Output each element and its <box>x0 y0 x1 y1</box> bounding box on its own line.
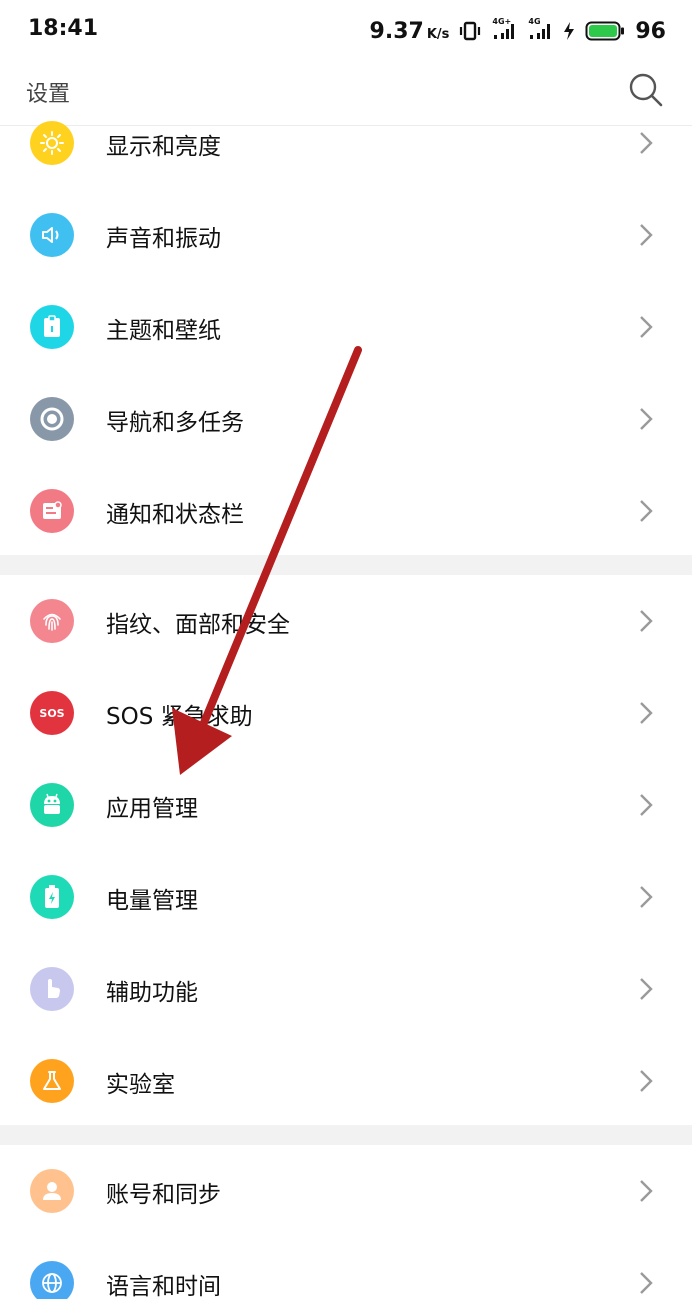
sun-icon <box>30 121 74 165</box>
battery-level: 96 <box>635 18 666 44</box>
chevron-right-icon <box>640 1272 653 1294</box>
sos-icon: SOS <box>30 691 74 735</box>
settings-item-app-management[interactable]: 应用管理 <box>0 759 692 851</box>
signal-4g-plus-label: 4G+ <box>492 17 512 26</box>
chevron-right-icon <box>640 408 653 430</box>
settings-item-label: 显示和亮度 <box>106 134 221 160</box>
settings-item-label: 应用管理 <box>106 796 198 822</box>
chevron-right-icon <box>640 978 653 1000</box>
settings-item-account[interactable]: 账号和同步 <box>0 1145 692 1237</box>
settings-item-sos[interactable]: SOS SOS 紧急求助 <box>0 667 692 759</box>
chevron-right-icon <box>640 224 653 246</box>
settings-item-navigation[interactable]: 导航和多任务 <box>0 373 692 465</box>
status-bar: 18:41 9.37 K/s 4G+ 4G 96 <box>0 0 692 62</box>
signal-4g-icon: 4G <box>527 17 553 43</box>
chevron-right-icon <box>640 316 653 338</box>
signal-4g-label: 4G <box>528 17 541 26</box>
settings-item-label: 实验室 <box>106 1072 175 1098</box>
chevron-right-icon <box>640 702 653 724</box>
battery-icon <box>585 20 625 42</box>
charging-icon <box>563 21 575 41</box>
section-divider <box>0 555 692 575</box>
chevron-right-icon <box>640 1180 653 1202</box>
settings-item-label: SOS 紧急求助 <box>106 704 253 730</box>
settings-item-label: 电量管理 <box>106 888 198 914</box>
settings-item-label: 语言和时间 <box>106 1274 221 1299</box>
settings-item-battery[interactable]: 电量管理 <box>0 851 692 943</box>
settings-item-label: 声音和振动 <box>106 226 221 252</box>
chevron-right-icon <box>640 1070 653 1092</box>
chevron-right-icon <box>640 132 653 154</box>
network-speed: 9.37 K/s <box>370 19 450 44</box>
flask-icon <box>30 1059 74 1103</box>
settings-item-label: 辅助功能 <box>106 980 198 1006</box>
settings-item-sound[interactable]: 声音和振动 <box>0 189 692 281</box>
settings-item-label: 主题和壁纸 <box>106 318 221 344</box>
chevron-right-icon <box>640 794 653 816</box>
network-speed-unit: K/s <box>426 26 450 42</box>
chevron-right-icon <box>640 610 653 632</box>
status-time: 18:41 <box>28 16 99 41</box>
speaker-icon <box>30 213 74 257</box>
settings-item-label: 账号和同步 <box>106 1182 221 1208</box>
signal-4g-plus-icon: 4G+ <box>491 17 517 43</box>
settings-item-notification[interactable]: 通知和状态栏 <box>0 465 692 557</box>
settings-item-label: 导航和多任务 <box>106 410 244 436</box>
settings-item-display[interactable]: 显示和亮度 <box>0 97 692 189</box>
android-icon <box>30 783 74 827</box>
battery-icon <box>30 875 74 919</box>
settings-item-label: 指纹、面部和安全 <box>106 612 290 638</box>
chevron-right-icon <box>640 500 653 522</box>
hand-icon <box>30 967 74 1011</box>
notification-icon <box>30 489 74 533</box>
sos-icon-text: SOS <box>39 706 65 720</box>
settings-item-accessibility[interactable]: 辅助功能 <box>0 943 692 1035</box>
fingerprint-icon <box>30 599 74 643</box>
theme-icon <box>30 305 74 349</box>
vibrate-icon <box>459 20 481 42</box>
settings-item-lab[interactable]: 实验室 <box>0 1035 692 1127</box>
status-indicators: 9.37 K/s 4G+ 4G 96 <box>370 16 666 46</box>
settings-item-security[interactable]: 指纹、面部和安全 <box>0 575 692 667</box>
settings-item-theme[interactable]: 主题和壁纸 <box>0 281 692 373</box>
navigation-icon <box>30 397 74 441</box>
settings-item-label: 通知和状态栏 <box>106 502 244 528</box>
account-icon <box>30 1169 74 1213</box>
chevron-right-icon <box>640 886 653 908</box>
network-speed-value: 9.37 <box>369 18 424 44</box>
section-divider <box>0 1125 692 1145</box>
globe-icon <box>30 1261 74 1299</box>
settings-item-language[interactable]: 语言和时间 <box>0 1237 692 1299</box>
